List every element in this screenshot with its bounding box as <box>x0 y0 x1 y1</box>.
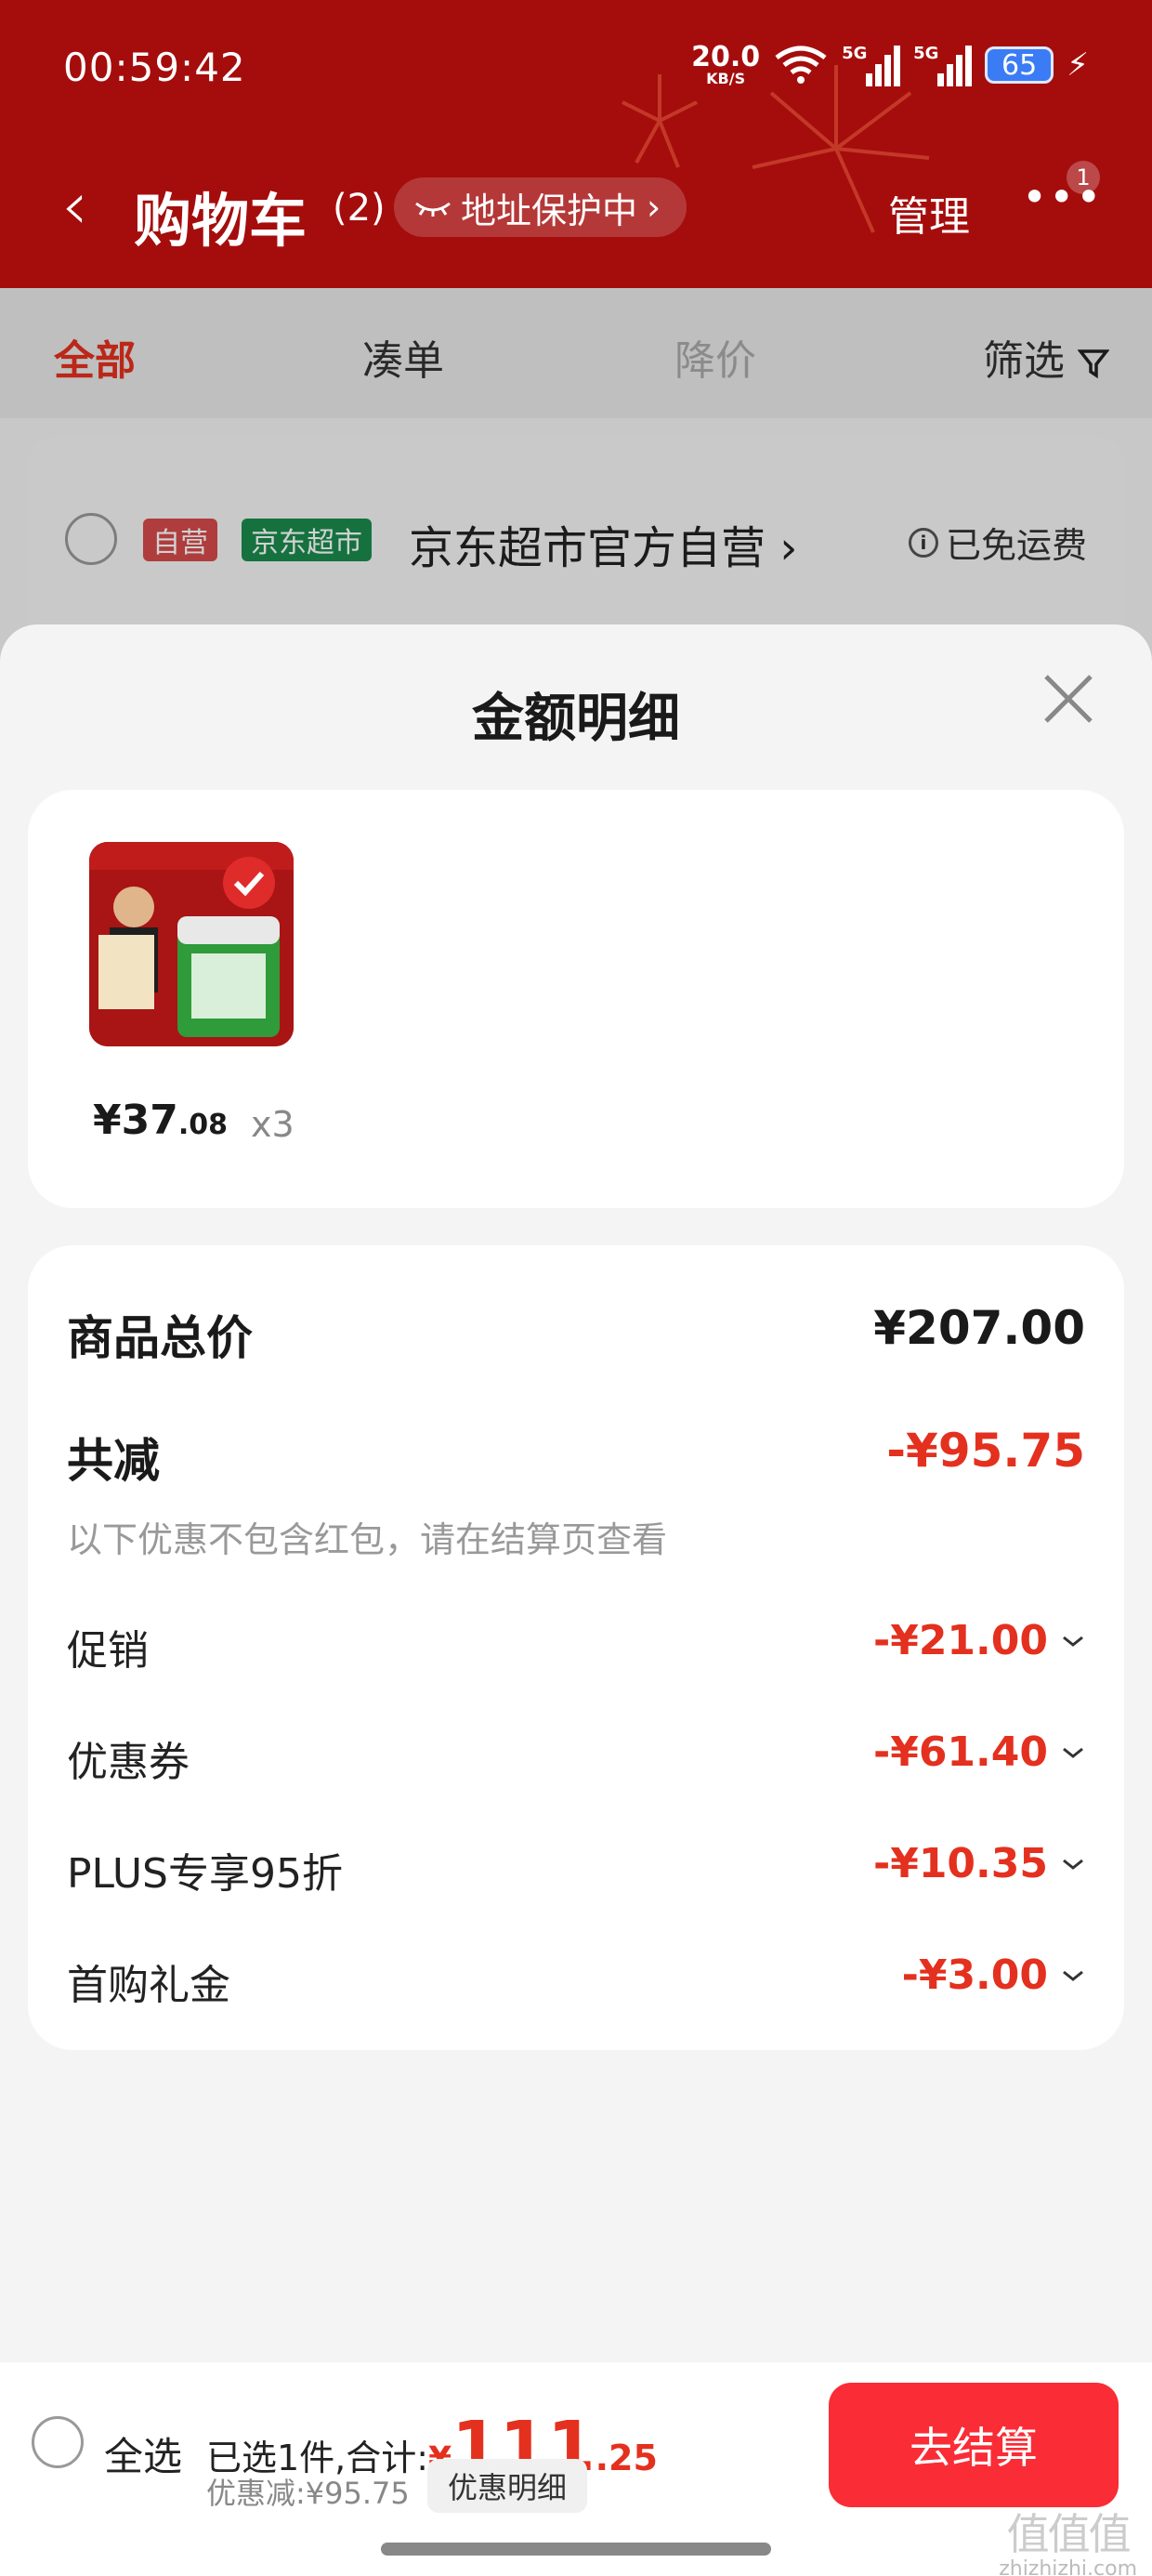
chevron-right-icon: › <box>647 187 661 228</box>
select-all-label[interactable]: 全选 <box>104 2425 182 2482</box>
message-badge: 1 <box>1067 161 1100 194</box>
amount-detail-sheet: 金额明细 ¥37.08 x3 商品总价 ¥207.00 共减 -¥95.75 以… <box>0 624 1152 2362</box>
cell-signal-icon: 5G <box>913 44 973 86</box>
address-protection-label: 地址保护中 <box>461 190 638 231</box>
checkout-bar: 全选 已选1件,合计: ¥111.25 优惠减:¥95.75 优惠明细 去结算 … <box>0 2362 1152 2576</box>
chevron-down-icon <box>1063 1636 1083 1647</box>
product-price: ¥37.08 <box>93 1097 229 1144</box>
wifi-icon <box>775 46 827 84</box>
status-time: 00:59:42 <box>63 45 246 90</box>
watermark-url: zhizhizhi.com <box>999 2556 1137 2576</box>
watermark-logo: 值值值 <box>1006 2509 1132 2559</box>
discount-value: -¥61.40 <box>872 1728 1048 1776</box>
total-price-value: ¥207.00 <box>873 1301 1085 1355</box>
discount-label: 促销 <box>67 1627 149 1675</box>
discount-row[interactable]: PLUS专享95折 -¥10.35 <box>67 1840 1085 1899</box>
charging-icon: ⚡ <box>1067 46 1089 84</box>
discount-label: PLUS专享95折 <box>67 1850 343 1898</box>
total-reduce-value: -¥95.75 <box>886 1424 1085 1478</box>
total-reduce-row: 共减 -¥95.75 <box>67 1424 1085 1491</box>
network-speed: 20.0 KB/S <box>691 41 761 87</box>
battery-icon: 65 <box>985 46 1054 84</box>
chevron-down-icon <box>1063 1747 1083 1758</box>
page-title: 购物车 <box>134 187 308 255</box>
product-card: ¥37.08 x3 <box>28 790 1124 1208</box>
discount-label: 首购礼金 <box>67 1962 230 2009</box>
cell-signal-icon: 5G <box>842 44 901 86</box>
cart-count: (2) <box>333 187 386 230</box>
discount-note: 以下优惠不包含红包，请在结算页查看 <box>67 1519 668 1560</box>
price-summary-card: 商品总价 ¥207.00 共减 -¥95.75 以下优惠不包含红包，请在结算页查… <box>28 1245 1124 2050</box>
home-indicator[interactable] <box>381 2543 771 2556</box>
manage-button[interactable]: 管理 <box>888 183 970 243</box>
total-price-label: 商品总价 <box>67 1311 253 1365</box>
chevron-down-icon <box>1063 1970 1083 1981</box>
discount-value: -¥10.35 <box>872 1840 1048 1887</box>
sheet-title: 金额明细 <box>472 689 680 749</box>
discount-label: 优惠券 <box>67 1739 190 1786</box>
chevron-down-icon <box>1063 1859 1083 1870</box>
nav-bar: ‹ 购物车 (2) 地址保护中 › 管理 ••• 1 <box>0 161 1152 256</box>
discount-amount: 优惠减:¥95.75 <box>206 2476 410 2511</box>
product-thumbnail <box>89 842 294 1046</box>
back-icon[interactable]: ‹ <box>61 172 88 239</box>
total-price-row: 商品总价 ¥207.00 <box>67 1301 1085 1368</box>
app-header: 00:59:42 20.0 KB/S 5G 5G 65 ⚡ ‹ 购物车 (2) … <box>0 0 1152 288</box>
select-all-radio[interactable] <box>32 2416 84 2468</box>
product-quantity: x3 <box>251 1104 295 1145</box>
discount-row[interactable]: 首购礼金 -¥3.00 <box>67 1952 1085 2011</box>
address-protection-pill[interactable]: 地址保护中 › <box>394 177 687 237</box>
close-icon[interactable] <box>1039 669 1098 729</box>
status-bar: 00:59:42 20.0 KB/S 5G 5G 65 ⚡ <box>0 0 1152 139</box>
checkout-button[interactable]: 去结算 <box>829 2383 1119 2507</box>
watermark: 值值值 zhizhizhi.com <box>999 2511 1137 2576</box>
discount-detail-button[interactable]: 优惠明细 <box>427 2459 588 2513</box>
discount-row[interactable]: 优惠券 -¥61.40 <box>67 1728 1085 1788</box>
discount-value: -¥3.00 <box>901 1952 1048 1999</box>
discount-row[interactable]: 促销 -¥21.00 <box>67 1617 1085 1676</box>
eye-closed-icon <box>415 202 451 217</box>
status-icons: 20.0 KB/S 5G 5G 65 ⚡ <box>691 37 1089 93</box>
discount-value: -¥21.00 <box>872 1617 1048 1664</box>
total-reduce-label: 共减 <box>67 1434 160 1488</box>
